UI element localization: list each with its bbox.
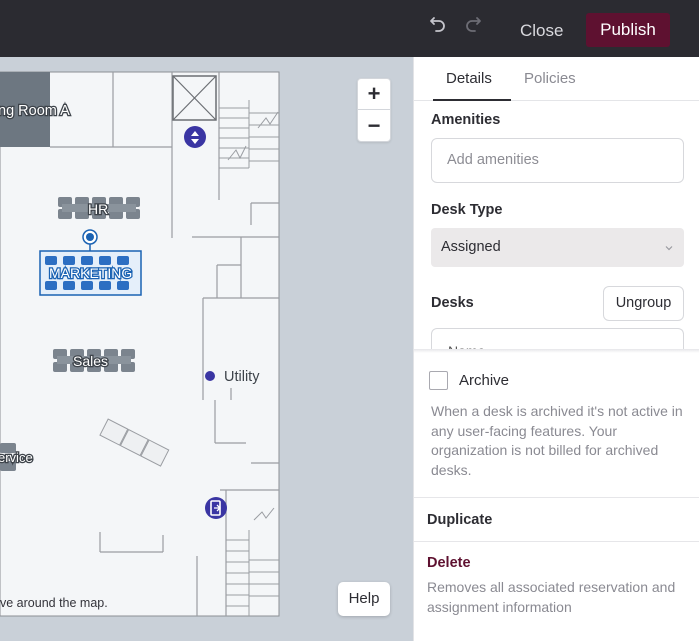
top-toolbar: Close Publish bbox=[0, 0, 699, 57]
room-label-marketing: MARKETING bbox=[49, 265, 132, 281]
tab-policies[interactable]: Policies bbox=[524, 70, 576, 87]
room-label-meeting: ng Room A bbox=[0, 103, 70, 119]
delete-button[interactable]: Delete bbox=[427, 555, 471, 571]
divider bbox=[414, 541, 699, 542]
desk-type-select[interactable]: Assigned bbox=[431, 228, 684, 267]
tab-details[interactable]: Details bbox=[446, 70, 492, 87]
chevron-down-icon bbox=[664, 228, 674, 267]
archive-checkbox[interactable] bbox=[429, 371, 448, 390]
desks-label: Desks bbox=[431, 295, 474, 311]
floor-plan[interactable]: ng Room A HR MARKETING Sales Utility erv… bbox=[0, 57, 413, 641]
ungroup-button[interactable]: Ungroup bbox=[603, 286, 684, 321]
zoom-out-button[interactable]: − bbox=[358, 110, 390, 141]
amenities-label: Amenities bbox=[431, 112, 501, 128]
publish-button[interactable]: Publish bbox=[586, 13, 670, 47]
help-button[interactable]: Help bbox=[338, 582, 390, 616]
zoom-in-button[interactable]: + bbox=[358, 79, 390, 110]
room-label-sales: Sales bbox=[73, 353, 108, 369]
redo-icon[interactable] bbox=[461, 12, 485, 36]
active-tab-indicator bbox=[433, 99, 511, 101]
close-button[interactable]: Close bbox=[514, 18, 569, 44]
undo-icon[interactable] bbox=[426, 12, 450, 36]
archive-label: Archive bbox=[459, 372, 510, 389]
room-label-service: ervice bbox=[0, 450, 33, 465]
scroll-shadow bbox=[414, 349, 699, 353]
details-panel: Details Policies Amenities Add amenities… bbox=[413, 57, 699, 641]
amenities-input[interactable]: Add amenities bbox=[431, 138, 684, 183]
exit-door-icon bbox=[205, 497, 227, 519]
archive-description: When a desk is archived it's not active … bbox=[431, 403, 683, 479]
divider bbox=[414, 497, 699, 498]
duplicate-button[interactable]: Duplicate bbox=[427, 512, 492, 528]
elevator-icon bbox=[184, 126, 206, 148]
map-hint-text: ve around the map. bbox=[0, 596, 108, 610]
room-label-utility: Utility bbox=[224, 369, 260, 385]
details-scroll-area[interactable]: Amenities Add amenities Desk Type Assign… bbox=[414, 102, 699, 351]
desks-table-header: Name bbox=[431, 328, 684, 351]
delete-description: Removes all associated reservation and a… bbox=[427, 579, 676, 615]
desk-type-label: Desk Type bbox=[431, 202, 503, 218]
desk-type-value: Assigned bbox=[441, 239, 501, 255]
panel-tabs: Details Policies bbox=[414, 57, 699, 101]
room-label-hr: HR bbox=[88, 201, 108, 217]
utility-marker-icon bbox=[205, 371, 215, 381]
zoom-control: + − bbox=[357, 78, 391, 142]
